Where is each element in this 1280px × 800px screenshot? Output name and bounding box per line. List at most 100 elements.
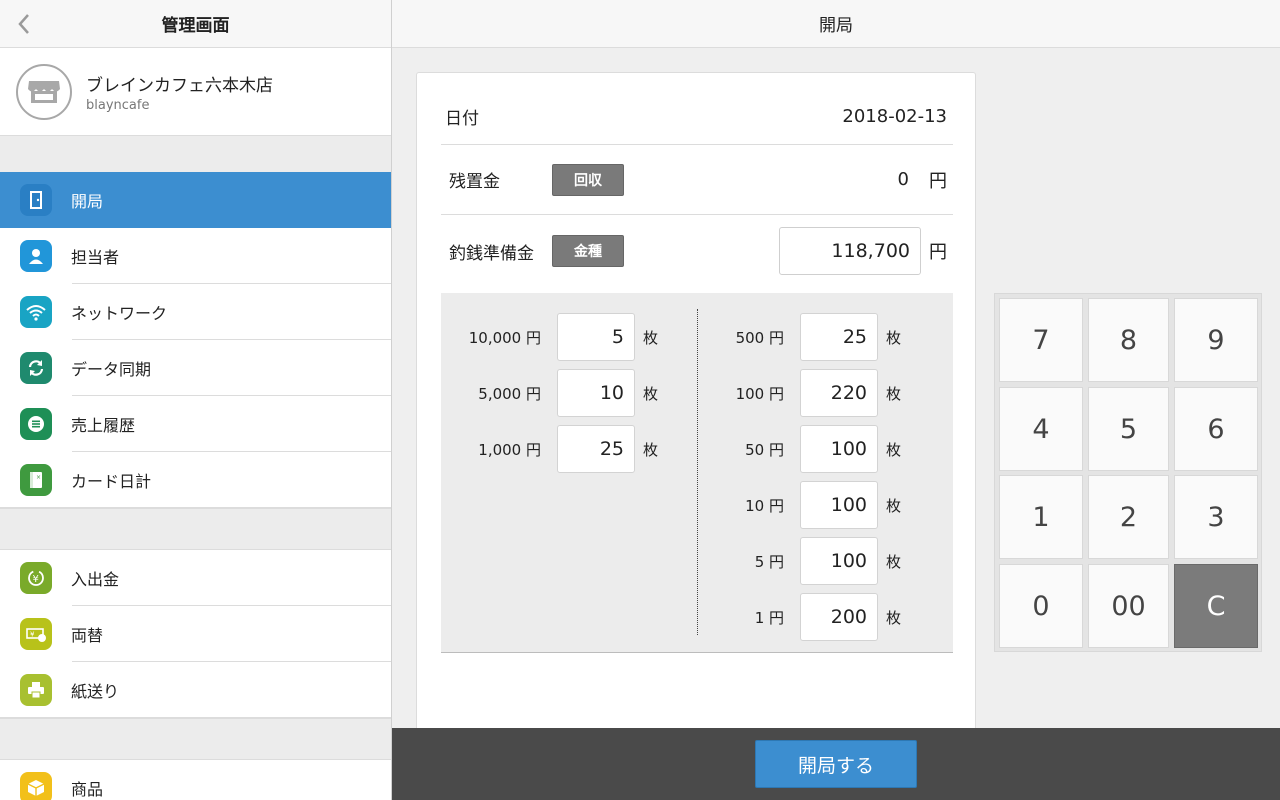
sidebar-item-data-sync[interactable]: データ同期 bbox=[0, 340, 391, 396]
key-5[interactable]: 5 bbox=[1088, 387, 1169, 471]
sidebar-item-label: ネットワーク bbox=[71, 304, 168, 323]
yen-cycle-icon: ¥ bbox=[20, 562, 52, 594]
sidebar-header: 管理画面 bbox=[0, 0, 391, 48]
sidebar-item-label: データ同期 bbox=[71, 360, 152, 379]
shop-icon bbox=[28, 80, 60, 103]
count-input[interactable]: 100 bbox=[800, 425, 878, 473]
denomination-panel: 10,000 円 5 枚 5,000 円 10 枚 1,000 円 25 枚 5… bbox=[441, 293, 953, 653]
exchange-icon: ¥ bbox=[20, 618, 52, 650]
store-avatar bbox=[16, 63, 72, 120]
sidebar-item-staff[interactable]: 担当者 bbox=[0, 228, 391, 284]
sidebar-item-paper-feed[interactable]: 紙送り bbox=[0, 662, 391, 718]
denomination-label: 100 円 bbox=[735, 384, 784, 403]
sidebar-item-products[interactable]: 商品 bbox=[0, 760, 391, 800]
count-input[interactable]: 10 bbox=[557, 369, 635, 417]
denomination-label: 10,000 円 bbox=[468, 328, 541, 347]
sidebar: 管理画面 ブレインカフェ六本木店 blayncafe 開局 担当者 ネットワーク… bbox=[0, 0, 392, 800]
key-3[interactable]: 3 bbox=[1174, 475, 1258, 559]
sidebar-item-label: 売上履歴 bbox=[71, 416, 136, 435]
svg-text:¥: ¥ bbox=[30, 631, 35, 639]
unit-label: 枚 bbox=[886, 496, 902, 515]
change-fund-row: 釣銭準備金 金種 118,700 円 bbox=[441, 215, 953, 287]
count-input[interactable]: 220 bbox=[800, 369, 878, 417]
key-4[interactable]: 4 bbox=[999, 387, 1083, 471]
open-register-card: 日付 2018-02-13 残置金 回収 0 円 釣銭準備金 金種 118,70… bbox=[416, 72, 976, 782]
sync-icon bbox=[20, 352, 52, 384]
sidebar-item-label: 紙送り bbox=[71, 682, 120, 701]
key-7[interactable]: 7 bbox=[999, 298, 1083, 382]
key-00[interactable]: 00 bbox=[1088, 564, 1169, 648]
collect-button[interactable]: 回収 bbox=[552, 163, 624, 196]
person-icon bbox=[20, 240, 52, 272]
open-register-button[interactable]: 開局する bbox=[755, 740, 917, 788]
count-input[interactable]: 100 bbox=[800, 481, 878, 529]
date-label: 日付 bbox=[445, 109, 479, 129]
unit-label: 枚 bbox=[886, 552, 902, 571]
denomination-label: 50 円 bbox=[745, 440, 784, 459]
unit-label: 枚 bbox=[886, 608, 902, 627]
page-title: 開局 bbox=[392, 0, 1280, 48]
sidebar-item-sales-history[interactable]: 売上履歴 bbox=[0, 396, 391, 452]
count-input[interactable]: 100 bbox=[800, 537, 878, 585]
date-row: 日付 2018-02-13 bbox=[441, 89, 953, 145]
date-value: 2018-02-13 bbox=[842, 106, 947, 127]
denomination-row: 50 円 100 枚 bbox=[684, 421, 901, 477]
key-1[interactable]: 1 bbox=[999, 475, 1083, 559]
svg-text:×: × bbox=[36, 474, 41, 481]
denomination-label: 1 円 bbox=[754, 608, 784, 627]
menu-group-1: 開局 担当者 ネットワーク データ同期 売上履歴 × カード日計 bbox=[0, 172, 391, 508]
count-input[interactable]: 5 bbox=[557, 313, 635, 361]
sidebar-item-network[interactable]: ネットワーク bbox=[0, 284, 391, 340]
sidebar-item-open[interactable]: 開局 bbox=[0, 172, 391, 228]
denomination-label: 5,000 円 bbox=[478, 384, 541, 403]
unit-label: 枚 bbox=[643, 384, 659, 403]
footer-bar: 開局する bbox=[392, 728, 1280, 800]
count-input[interactable]: 25 bbox=[557, 425, 635, 473]
sidebar-item-card-daily[interactable]: × カード日計 bbox=[0, 452, 391, 508]
change-fund-input[interactable]: 118,700 bbox=[779, 227, 921, 275]
denomination-label: 1,000 円 bbox=[478, 440, 541, 459]
store-info: ブレインカフェ六本木店 blayncafe bbox=[0, 48, 391, 136]
unit-label: 枚 bbox=[886, 384, 902, 403]
denomination-label: 500 円 bbox=[735, 328, 784, 347]
back-chevron-icon[interactable] bbox=[14, 12, 36, 36]
svg-text:¥: ¥ bbox=[33, 574, 39, 585]
denomination-row: 5 円 100 枚 bbox=[684, 533, 901, 589]
residual-row: 残置金 回収 0 円 bbox=[441, 145, 953, 215]
denomination-row: 1 円 200 枚 bbox=[684, 589, 901, 645]
denomination-row: 100 円 220 枚 bbox=[684, 365, 901, 421]
printer-icon bbox=[20, 674, 52, 706]
clear-key[interactable]: C bbox=[1174, 564, 1258, 648]
bill-column: 10,000 円 5 枚 5,000 円 10 枚 1,000 円 25 枚 bbox=[441, 309, 658, 477]
coin-column: 500 円 25 枚 100 円 220 枚 50 円 100 枚 10 円 1… bbox=[684, 309, 901, 645]
sidebar-item-cash-in-out[interactable]: ¥ 入出金 bbox=[0, 550, 391, 606]
count-input[interactable]: 25 bbox=[800, 313, 878, 361]
sidebar-item-label: カード日計 bbox=[71, 472, 152, 491]
denomination-row: 1,000 円 25 枚 bbox=[441, 421, 658, 477]
sidebar-item-label: 両替 bbox=[71, 626, 104, 645]
sidebar-item-exchange[interactable]: ¥ 両替 bbox=[0, 606, 391, 662]
main-panel: 開局 日付 2018-02-13 残置金 回収 0 円 釣銭準備金 金種 118… bbox=[392, 0, 1280, 800]
key-9[interactable]: 9 bbox=[1174, 298, 1258, 382]
key-2[interactable]: 2 bbox=[1088, 475, 1169, 559]
yen-unit: 円 bbox=[929, 242, 947, 263]
wifi-icon bbox=[20, 296, 52, 328]
store-id: blayncafe bbox=[86, 97, 150, 113]
sidebar-item-label: 商品 bbox=[71, 780, 104, 799]
key-8[interactable]: 8 bbox=[1088, 298, 1169, 382]
yen-unit: 円 bbox=[929, 170, 947, 192]
key-0[interactable]: 0 bbox=[999, 564, 1083, 648]
numeric-keypad: 7 8 9 4 5 6 1 2 3 0 00 C bbox=[994, 293, 1262, 652]
key-6[interactable]: 6 bbox=[1174, 387, 1258, 471]
residual-value: 0 bbox=[897, 169, 909, 190]
box-icon bbox=[20, 772, 52, 800]
count-input[interactable]: 200 bbox=[800, 593, 878, 641]
denomination-row: 5,000 円 10 枚 bbox=[441, 365, 658, 421]
denomination-button[interactable]: 金種 bbox=[552, 235, 624, 267]
denomination-label: 5 円 bbox=[754, 552, 784, 571]
sidebar-item-label: 開局 bbox=[71, 192, 104, 211]
sidebar-item-label: 入出金 bbox=[71, 570, 120, 589]
unit-label: 枚 bbox=[886, 328, 902, 347]
denomination-row: 10 円 100 枚 bbox=[684, 477, 901, 533]
door-icon bbox=[20, 184, 52, 216]
